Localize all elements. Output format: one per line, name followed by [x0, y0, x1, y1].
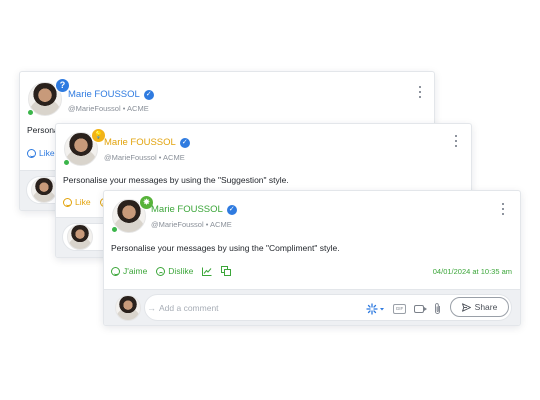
dislike-button[interactable]: Dislike: [156, 266, 193, 276]
author-avatar[interactable]: ✸: [111, 195, 154, 235]
verified-icon: ✓: [143, 89, 154, 100]
more-options-icon[interactable]: [454, 135, 458, 147]
post-message: Personalise your messages by using the "…: [63, 175, 289, 185]
author-meta: @MarieFoussol • ACME: [104, 153, 185, 162]
dislike-label: Dislike: [168, 266, 194, 276]
meta-separator: •: [122, 104, 126, 113]
video-button[interactable]: [412, 302, 427, 315]
avatar: [67, 224, 93, 250]
more-options-icon[interactable]: [501, 203, 505, 215]
more-options-icon[interactable]: [418, 86, 422, 98]
like-button[interactable]: Like: [63, 197, 91, 207]
like-label: Like: [39, 148, 55, 158]
author-meta: @MarieFoussol • ACME: [151, 220, 232, 229]
online-status-dot: [63, 159, 70, 166]
author-name-row[interactable]: Marie FOUSSOL ✓: [104, 137, 190, 148]
post-actions: Like: [63, 197, 109, 207]
author-name-row[interactable]: Marie FOUSSOL ✓: [151, 204, 237, 215]
gif-button[interactable]: GIF: [393, 302, 406, 315]
author-handle: @MarieFoussol: [68, 104, 121, 113]
post-card-compliment: ✸ Marie FOUSSOL ✓ @MarieFoussol • ACME P…: [103, 190, 521, 326]
like-button[interactable]: Like: [27, 148, 55, 158]
frown-icon: [156, 266, 166, 276]
comment-input[interactable]: Add a comment: [159, 303, 219, 313]
author-name[interactable]: Marie FOUSSOL: [68, 89, 140, 100]
attach-button[interactable]: [431, 302, 443, 315]
paperclip-icon: [434, 303, 440, 314]
sparkle-style-button[interactable]: [366, 302, 386, 315]
like-label: Like: [75, 197, 91, 207]
chart-icon: [202, 267, 212, 276]
author-name[interactable]: Marie FOUSSOL: [151, 204, 223, 215]
post-actions: J'aime Dislike: [111, 266, 232, 276]
smile-icon: [63, 197, 72, 207]
video-camera-icon: [414, 304, 427, 313]
author-name[interactable]: Marie FOUSSOL: [104, 137, 176, 148]
commenter-avatar: [115, 295, 141, 321]
author-avatar[interactable]: 💡: [63, 128, 106, 168]
post-actions: Like: [27, 148, 55, 158]
share-button[interactable]: Share: [450, 297, 509, 317]
author-handle: @MarieFoussol: [104, 153, 157, 162]
verified-icon: ✓: [226, 204, 237, 215]
avatar: [115, 295, 141, 321]
meta-separator: •: [205, 220, 209, 229]
avatar: [31, 177, 57, 203]
comment-bar: → Add a comment GIF Share: [104, 289, 520, 325]
commenter-avatar: [67, 224, 93, 250]
post-message: Personalise your messages by using the "…: [111, 243, 340, 253]
smile-icon: [111, 266, 120, 276]
copy-icon: [221, 266, 232, 276]
online-status-dot: [111, 226, 118, 233]
author-handle: @MarieFoussol: [151, 220, 204, 229]
gif-icon: GIF: [393, 303, 406, 314]
verified-icon: ✓: [179, 137, 190, 148]
smile-icon: [27, 148, 36, 158]
meta-separator: •: [158, 153, 162, 162]
like-label: J'aime: [123, 266, 148, 276]
like-button[interactable]: J'aime: [111, 266, 147, 276]
author-company: ACME: [210, 220, 232, 229]
post-timestamp: 04/01/2024 at 10:35 am: [432, 267, 512, 276]
author-avatar[interactable]: ?: [27, 78, 70, 118]
author-company: ACME: [127, 104, 149, 113]
post-stack: ? Marie FOUSSOL ✓ @MarieFoussol • ACME P…: [0, 0, 540, 400]
copy-button[interactable]: [221, 266, 232, 276]
author-company: ACME: [163, 153, 185, 162]
stats-button[interactable]: [202, 267, 212, 276]
author-meta: @MarieFoussol • ACME: [68, 104, 149, 113]
commenter-avatar: [31, 177, 57, 203]
sparkle-icon: [366, 302, 384, 315]
send-icon: [461, 302, 471, 312]
reply-arrow-icon: →: [147, 303, 156, 313]
online-status-dot: [27, 109, 34, 116]
author-name-row[interactable]: Marie FOUSSOL ✓: [68, 89, 154, 100]
share-label: Share: [474, 302, 498, 312]
comment-input-box[interactable]: → Add a comment GIF Share: [144, 294, 512, 321]
